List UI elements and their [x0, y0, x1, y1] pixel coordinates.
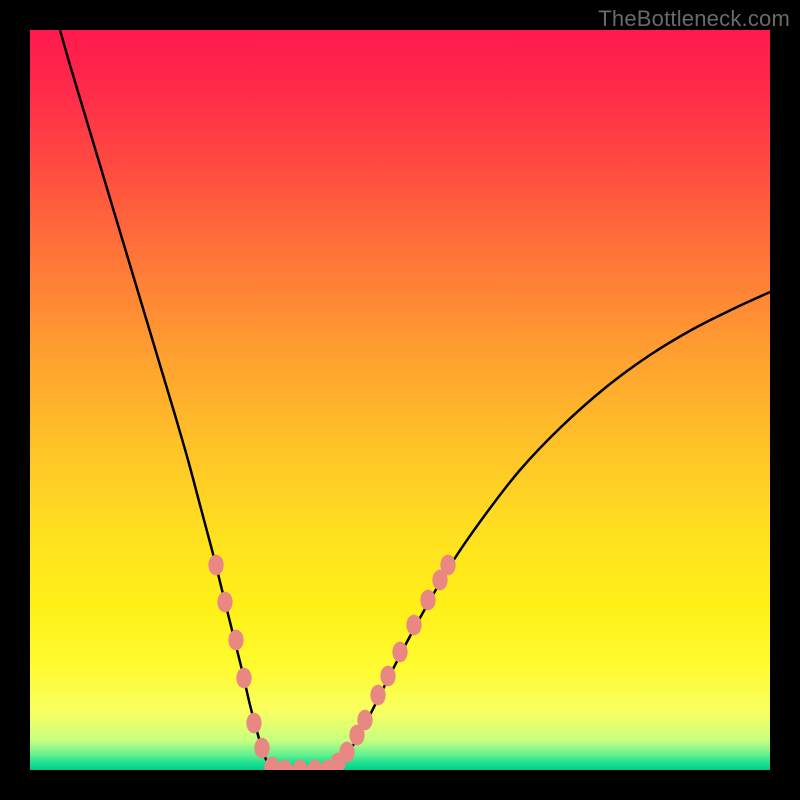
marker-dot	[277, 760, 292, 770]
marker-dot	[208, 555, 223, 576]
marker-dot	[370, 685, 385, 706]
marker-dot	[217, 592, 232, 613]
watermark-text: TheBottleneck.com	[598, 6, 790, 32]
chart-container: TheBottleneck.com	[0, 0, 800, 800]
marker-dot	[406, 615, 421, 636]
curve-group	[60, 30, 770, 770]
marker-dot	[380, 666, 395, 687]
marker-dot	[254, 738, 269, 759]
right-curve	[330, 292, 770, 770]
markers-group	[208, 555, 455, 770]
marker-dot	[236, 668, 251, 689]
left-curve	[60, 30, 278, 770]
marker-dot	[392, 642, 407, 663]
plot-area	[30, 30, 770, 770]
marker-dot	[440, 555, 455, 576]
marker-dot	[420, 590, 435, 611]
chart-svg	[30, 30, 770, 770]
marker-dot	[357, 710, 372, 731]
marker-dot	[246, 713, 261, 734]
marker-dot	[307, 760, 322, 770]
marker-dot	[339, 742, 354, 763]
marker-dot	[228, 630, 243, 651]
marker-dot	[292, 760, 307, 770]
